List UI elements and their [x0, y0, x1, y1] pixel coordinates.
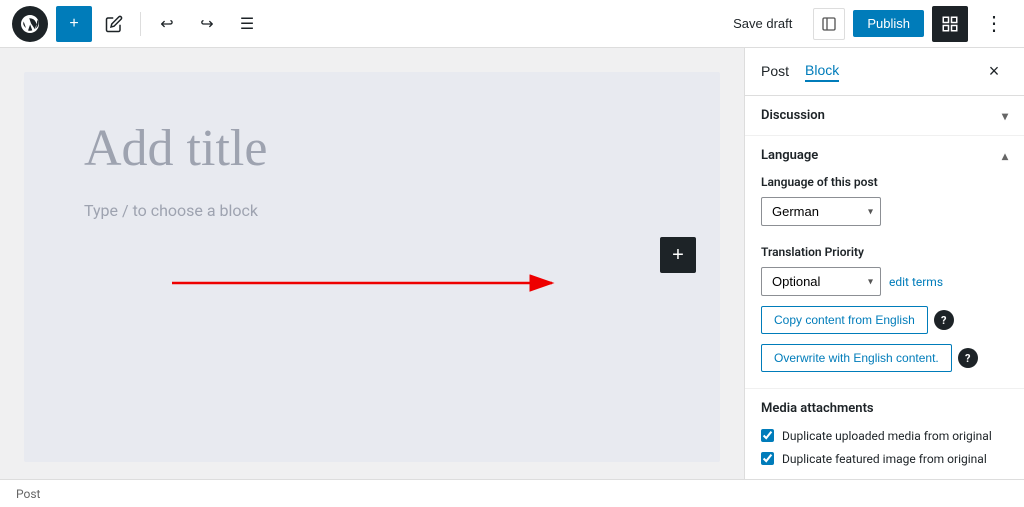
duplicate-featured-checkbox[interactable] — [761, 452, 774, 465]
priority-select[interactable]: Optional Required Low High — [761, 267, 881, 296]
media-attachments-header[interactable]: Media attachments — [745, 389, 1024, 428]
language-select[interactable]: German English French Spanish — [761, 197, 881, 226]
preview-icon — [821, 16, 837, 32]
sidebar-tabs: Post Block × — [745, 48, 1024, 96]
sidebar-close-button[interactable]: × — [980, 58, 1008, 86]
statusbar-label: Post — [16, 487, 40, 501]
language-of-post-label: Language of this post — [761, 175, 1008, 189]
sidebar-content: Discussion ▾ Language ▴ Language of this… — [745, 96, 1024, 479]
editor-block-prompt[interactable]: Type / to choose a block — [84, 201, 660, 220]
duplicate-media-label: Duplicate uploaded media from original — [782, 428, 992, 445]
discussion-section: Discussion ▾ — [745, 96, 1024, 136]
statusbar: Post — [0, 479, 1024, 507]
annotation-arrow — [162, 253, 582, 313]
copy-content-row: Copy content from English ? — [761, 306, 1008, 334]
inline-add-block-button[interactable]: + — [660, 237, 696, 273]
tab-post[interactable]: Post — [761, 63, 789, 81]
main-layout: Add title Type / to choose a block + Pos… — [0, 48, 1024, 479]
sidebar: Post Block × Discussion ▾ Language — [744, 48, 1024, 479]
wp-logo-icon — [20, 14, 40, 34]
undo-button[interactable]: ↩ — [149, 6, 185, 42]
duplicate-media-checkbox[interactable] — [761, 429, 774, 442]
settings-toggle-button[interactable] — [932, 6, 968, 42]
language-section-body: Language of this post German English Fre… — [745, 175, 1024, 388]
media-attachments-body: Duplicate uploaded media from original D… — [745, 428, 1024, 479]
settings-icon — [941, 15, 959, 33]
language-select-wrapper: German English French Spanish ▾ — [761, 197, 881, 226]
discussion-section-header[interactable]: Discussion ▾ — [745, 96, 1024, 135]
copy-content-button[interactable]: Copy content from English — [761, 306, 928, 334]
language-section: Language ▴ Language of this post German … — [745, 136, 1024, 389]
editor-canvas: Add title Type / to choose a block + — [24, 72, 720, 462]
wp-logo[interactable] — [12, 6, 48, 42]
publish-button[interactable]: Publish — [853, 10, 924, 37]
toolbar-divider-1 — [140, 12, 141, 36]
priority-row: Optional Required Low High ▾ edit terms — [761, 267, 1008, 296]
edit-mode-button[interactable] — [96, 6, 132, 42]
translation-priority-label: Translation Priority — [761, 245, 1008, 259]
media-attachments-section: Media attachments Duplicate uploaded med… — [745, 389, 1024, 479]
toolbar-right: Save draft Publish ⋮ — [720, 6, 1012, 42]
duplicate-featured-label: Duplicate featured image from original — [782, 451, 987, 468]
editor-title-placeholder[interactable]: Add title — [84, 120, 660, 177]
overwrite-content-row: Overwrite with English content. ? — [761, 344, 1008, 372]
tab-block[interactable]: Block — [805, 62, 839, 82]
duplicate-media-row: Duplicate uploaded media from original — [761, 428, 1008, 445]
edit-terms-link[interactable]: edit terms — [889, 275, 943, 289]
discussion-chevron-icon: ▾ — [1002, 109, 1008, 123]
priority-select-wrapper: Optional Required Low High ▾ — [761, 267, 881, 296]
toolbar: + ↩ ↪ ☰ Save draft Publish — [0, 0, 1024, 48]
copy-content-help-icon[interactable]: ? — [934, 310, 954, 330]
more-options-button[interactable]: ⋮ — [976, 6, 1012, 42]
list-view-button[interactable]: ☰ — [229, 6, 265, 42]
duplicate-featured-row: Duplicate featured image from original — [761, 451, 1008, 468]
language-section-header[interactable]: Language ▴ — [745, 136, 1024, 175]
overwrite-content-help-icon[interactable]: ? — [958, 348, 978, 368]
overwrite-content-button[interactable]: Overwrite with English content. — [761, 344, 952, 372]
save-draft-button[interactable]: Save draft — [720, 9, 805, 38]
preview-button[interactable] — [813, 8, 845, 40]
language-chevron-icon: ▴ — [1002, 149, 1008, 163]
pencil-icon — [105, 15, 123, 33]
editor-area: Add title Type / to choose a block + — [0, 48, 744, 479]
add-block-toolbar-button[interactable]: + — [56, 6, 92, 42]
redo-button[interactable]: ↪ — [189, 6, 225, 42]
